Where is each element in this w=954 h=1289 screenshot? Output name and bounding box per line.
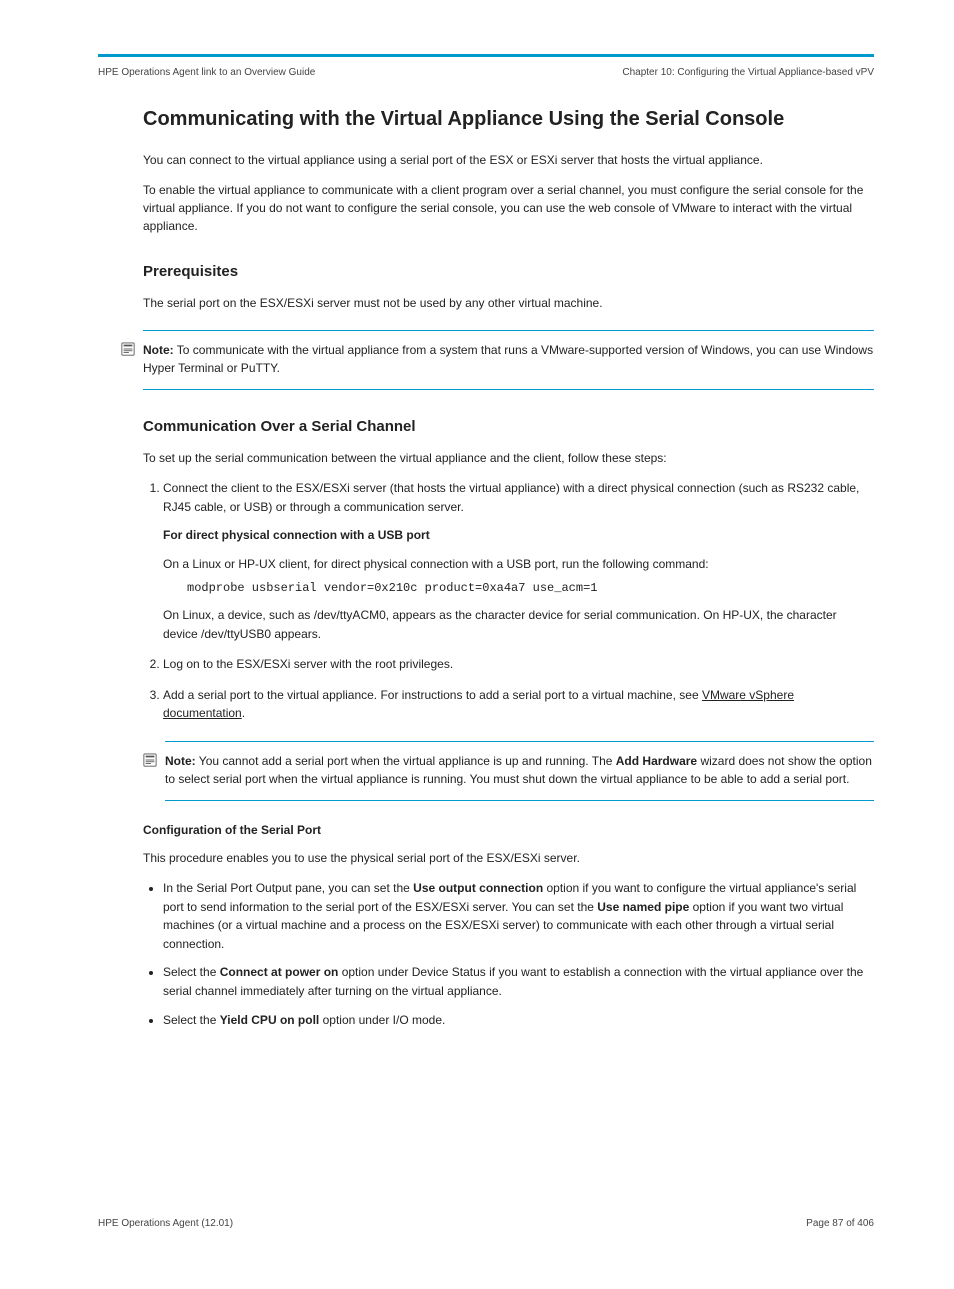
step-3-text-b: . xyxy=(242,706,245,720)
step-1-subhead: For direct physical connection with a US… xyxy=(163,528,430,542)
b1-d: Use named pipe xyxy=(597,900,689,914)
header-left: HPE Operations Agent link to an Overview… xyxy=(98,67,315,78)
note-2-text: Note: You cannot add a serial port when … xyxy=(165,752,874,788)
step-2-text: Log on to the ESX/ESXi server with the r… xyxy=(163,657,453,671)
step-2: Log on to the ESX/ESXi server with the r… xyxy=(163,655,874,674)
prerequisites-text: The serial port on the ESX/ESXi server m… xyxy=(143,294,874,312)
step-1-line-2: On a Linux or HP-UX client, for direct p… xyxy=(163,557,709,571)
bullet-3: Select the Yield CPU on poll option unde… xyxy=(163,1011,874,1030)
config-serial-heading: Configuration of the Serial Port xyxy=(143,823,874,837)
bullet-1: In the Serial Port Output pane, you can … xyxy=(163,879,874,953)
intro-paragraph-1: You can connect to the virtual appliance… xyxy=(143,151,874,169)
footer-left: HPE Operations Agent (12.01) xyxy=(98,1218,233,1229)
note-rule-bottom xyxy=(143,389,874,390)
note-label: Note: xyxy=(143,343,174,357)
main-content: Communicating with the Virtual Appliance… xyxy=(98,108,874,1029)
config-bullets: In the Serial Port Output pane, you can … xyxy=(143,879,874,1029)
running-header: HPE Operations Agent link to an Overview… xyxy=(98,67,874,78)
header-right: Chapter 10: Configuring the Virtual Appl… xyxy=(622,67,874,78)
note-box-1: Note: To communicate with the virtual ap… xyxy=(121,330,874,390)
note2-rule-bottom xyxy=(165,800,874,801)
step-1-line-3: On Linux, a device, such as /dev/ttyACM0… xyxy=(163,608,837,641)
note2-a: You cannot add a serial port when the vi… xyxy=(199,754,616,768)
b3-c: option under I/O mode. xyxy=(319,1013,445,1027)
b1-b: Use output connection xyxy=(413,881,543,895)
communication-intro: To set up the serial communication betwe… xyxy=(143,449,874,467)
b3-a: Select the xyxy=(163,1013,220,1027)
steps-list: Connect the client to the ESX/ESXi serve… xyxy=(143,479,874,723)
note-box-2: Note: You cannot add a serial port when … xyxy=(143,741,874,801)
note-icon xyxy=(121,342,143,361)
note2-b: Add Hardware xyxy=(616,754,697,768)
step-3-text-a: Add a serial port to the virtual applian… xyxy=(163,688,702,702)
header-rule xyxy=(98,54,874,57)
b2-a: Select the xyxy=(163,965,220,979)
step-1-command: modprobe usbserial vendor=0x210c product… xyxy=(187,579,874,598)
step-1-line-1: Connect the client to the ESX/ESXi serve… xyxy=(163,481,859,514)
page-title: Communicating with the Virtual Appliance… xyxy=(143,108,874,131)
step-3: Add a serial port to the virtual applian… xyxy=(163,686,874,723)
note2-label: Note: xyxy=(165,754,196,768)
note-1-text: Note: To communicate with the virtual ap… xyxy=(143,341,874,377)
running-footer: HPE Operations Agent (12.01) Page 87 of … xyxy=(98,1218,874,1229)
b3-b: Yield CPU on poll xyxy=(220,1013,320,1027)
note-icon xyxy=(143,753,165,772)
note-1-body: To communicate with the virtual applianc… xyxy=(143,343,873,375)
b2-b: Connect at power on xyxy=(220,965,339,979)
prerequisites-heading: Prerequisites xyxy=(143,263,874,280)
intro-paragraph-2: To enable the virtual appliance to commu… xyxy=(143,181,874,235)
bullet-2: Select the Connect at power on option un… xyxy=(163,963,874,1000)
b1-a: In the Serial Port Output pane, you can … xyxy=(163,881,413,895)
page: HPE Operations Agent link to an Overview… xyxy=(0,54,954,1289)
step-1: Connect the client to the ESX/ESXi serve… xyxy=(163,479,874,643)
config-intro: This procedure enables you to use the ph… xyxy=(143,849,874,867)
footer-right: Page 87 of 406 xyxy=(806,1218,874,1229)
communication-heading: Communication Over a Serial Channel xyxy=(143,418,874,435)
